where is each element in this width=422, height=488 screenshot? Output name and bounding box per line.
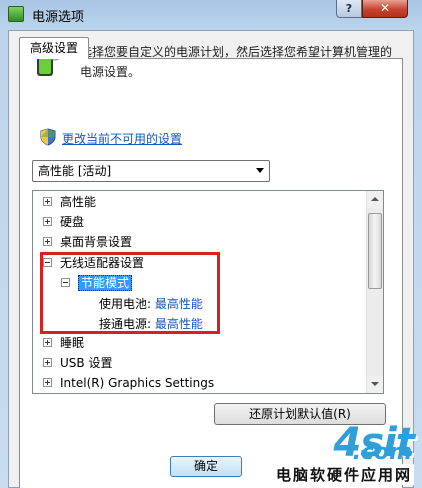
- scroll-down-icon[interactable]: [367, 376, 383, 393]
- tree-setting-value-link[interactable]: 最高性能: [155, 297, 203, 311]
- expand-plus-icon[interactable]: [43, 378, 52, 387]
- tree-setting-label: 使用电池:: [99, 297, 152, 311]
- tab-advanced-settings[interactable]: 高级设置: [19, 37, 89, 59]
- tree-item-label: Intel(R) Graphics Settings: [60, 376, 215, 390]
- tree-item-label: 高性能: [60, 195, 97, 209]
- tree-item[interactable]: USB 设置: [43, 353, 112, 373]
- expand-plus-icon[interactable]: [43, 197, 52, 206]
- ok-button[interactable]: 确定: [170, 456, 242, 477]
- tree-item[interactable]: 节能模式: [61, 273, 133, 293]
- title-bar[interactable]: 电源选项 ? ✕: [0, 0, 422, 30]
- tree-item[interactable]: 高性能: [43, 192, 96, 212]
- collapse-minus-icon[interactable]: [43, 258, 52, 267]
- tree-item[interactable]: 硬盘: [43, 212, 84, 232]
- description-text: 选择您要自定义的电源计划，然后选择您希望计算机管理的电源设置。: [80, 45, 393, 79]
- scroll-up-icon[interactable]: [367, 191, 383, 208]
- tree-item-label: 无线适配器设置: [60, 256, 145, 270]
- tree-item-label: 桌面背景设置: [60, 235, 133, 249]
- power-options-icon: [8, 6, 24, 22]
- scroll-thumb[interactable]: [368, 213, 382, 289]
- watermark-subtitle: 电脑软硬件应用网: [273, 464, 414, 485]
- tree-item[interactable]: 无线适配器设置: [43, 253, 144, 273]
- tree-setting-label: 接通电源:: [99, 317, 152, 331]
- expand-plus-icon[interactable]: [43, 338, 52, 347]
- uac-shield-icon: [40, 128, 56, 146]
- tree-item[interactable]: 桌面背景设置: [43, 232, 132, 252]
- help-button[interactable]: ?: [336, 0, 362, 18]
- collapse-minus-icon[interactable]: [61, 278, 70, 287]
- tree-setting-row[interactable]: 接通电源: 最高性能: [99, 314, 203, 334]
- site-watermark: 4sit .com 电脑软硬件应用网: [236, 412, 422, 488]
- expand-plus-icon[interactable]: [43, 358, 52, 367]
- watermark-domain: .com: [352, 440, 412, 465]
- power-options-window: 电源选项 ? ✕ 高级设置 选择您要自定义的电源计划，然后选择您希望计算机管理的…: [0, 0, 422, 488]
- tree-item[interactable]: 睡眠: [43, 333, 84, 353]
- power-plan-selected-value: 高性能 [活动]: [38, 164, 112, 178]
- power-plan-dropdown[interactable]: 高性能 [活动]: [32, 160, 270, 182]
- tree-item-label: USB 设置: [60, 356, 113, 370]
- tree-setting-value-link[interactable]: 最高性能: [155, 317, 203, 331]
- change-unavailable-settings-link[interactable]: 更改当前不可用的设置: [62, 130, 182, 147]
- expand-plus-icon[interactable]: [43, 217, 52, 226]
- tree-item-label: 节能模式: [78, 275, 133, 291]
- vertical-scrollbar[interactable]: [366, 191, 383, 393]
- tree-setting-row[interactable]: 使用电池: 最高性能: [99, 294, 203, 314]
- tree-item-label: 睡眠: [60, 336, 85, 350]
- tree-item[interactable]: Intel(R) Graphics Settings: [43, 373, 214, 393]
- close-button[interactable]: ✕: [362, 0, 408, 18]
- settings-tree: 高性能 硬盘 桌面背景设置 无线适配器设置 节能模式 使用电池: 最高性能 接通…: [32, 190, 384, 394]
- window-title: 电源选项: [32, 10, 85, 25]
- expand-plus-icon[interactable]: [43, 237, 52, 246]
- chevron-down-icon[interactable]: [256, 168, 264, 173]
- tree-item-label: 硬盘: [60, 215, 85, 229]
